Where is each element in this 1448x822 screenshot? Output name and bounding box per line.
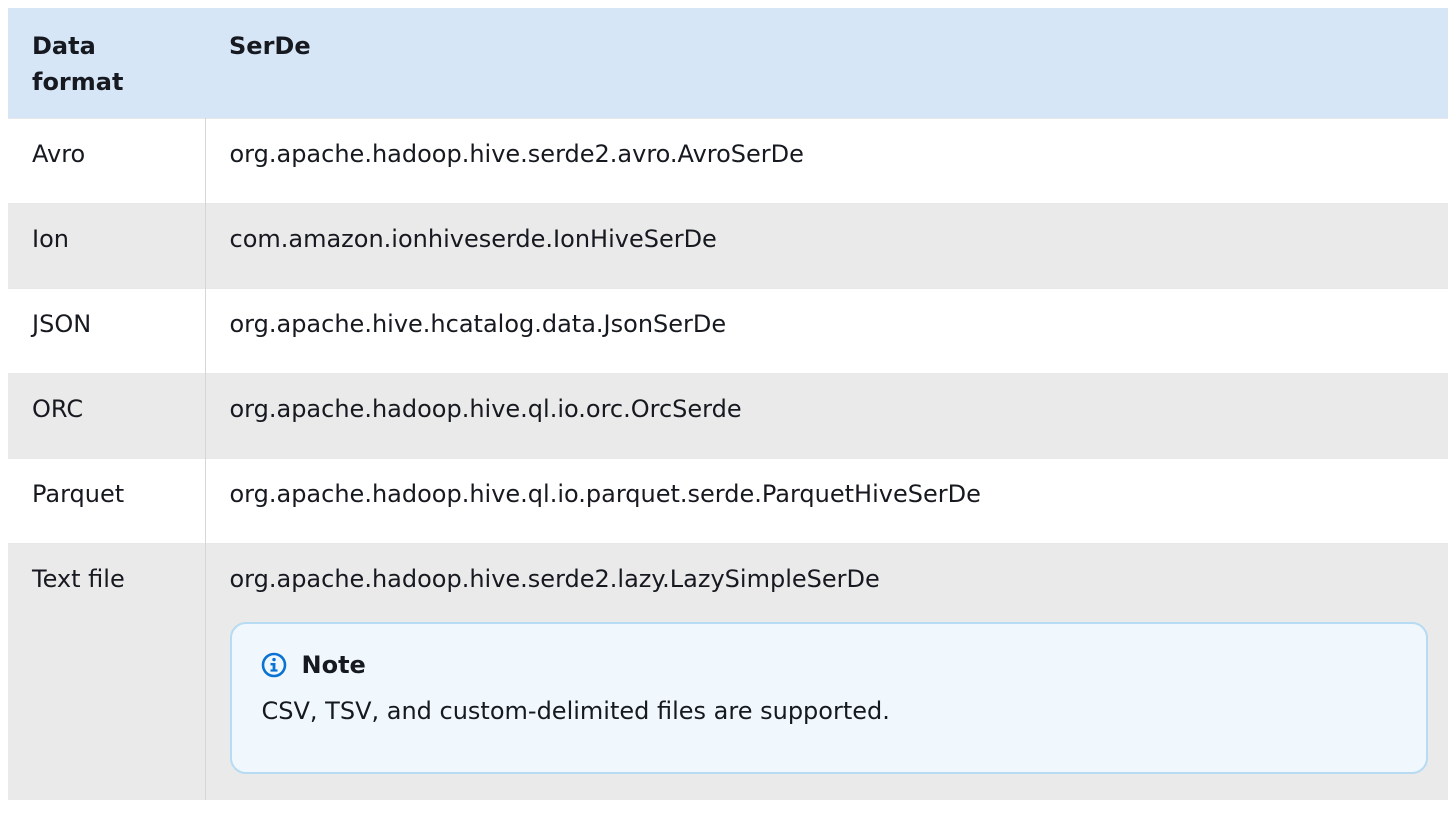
page: Data format SerDe Avro org.apache.hadoop… (8, 8, 1448, 822)
info-icon (260, 651, 288, 679)
serde-cell: com.amazon.ionhiveserde.IonHiveSerDe (205, 203, 1448, 289)
format-cell: JSON (8, 288, 206, 374)
serde-cell: org.apache.hive.hcatalog.data.JsonSerDe (205, 288, 1448, 374)
header-serde: SerDe (205, 8, 1448, 119)
format-cell: ORC (8, 373, 206, 459)
header-data-format: Data format (8, 8, 205, 119)
table-row: Parquet org.apache.hadoop.hive.ql.io.par… (8, 458, 1448, 544)
serde-cell: org.apache.hadoop.hive.serde2.avro.AvroS… (205, 118, 1448, 204)
note-header: Note (260, 650, 1398, 680)
format-cell: Ion (8, 203, 206, 289)
serde-cell: org.apache.hadoop.hive.ql.io.orc.OrcSerd… (205, 373, 1448, 459)
serde-table: Data format SerDe Avro org.apache.hadoop… (8, 8, 1448, 800)
table-row: Ion com.amazon.ionhiveserde.IonHiveSerDe (8, 203, 1448, 289)
note-callout: Note CSV, TSV, and custom-delimited file… (229, 622, 1428, 774)
note-text: CSV, TSV, and custom-delimited files are… (261, 697, 890, 725)
serde-value: org.apache.hadoop.hive.serde2.lazy.LazyS… (229, 565, 880, 593)
table-row: JSON org.apache.hive.hcatalog.data.JsonS… (8, 288, 1448, 374)
table-row: ORC org.apache.hadoop.hive.ql.io.orc.Orc… (8, 373, 1448, 459)
serde-cell: org.apache.hadoop.hive.ql.io.parquet.ser… (205, 458, 1448, 544)
table-row: Text file org.apache.hadoop.hive.serde2.… (8, 543, 1448, 800)
format-cell: Avro (8, 118, 206, 204)
serde-cell-with-note: org.apache.hadoop.hive.serde2.lazy.LazyS… (205, 543, 1448, 800)
note-title: Note (301, 651, 366, 679)
table-row: Avro org.apache.hadoop.hive.serde2.avro.… (8, 118, 1448, 204)
format-cell: Text file (8, 543, 206, 800)
format-cell: Parquet (8, 458, 206, 544)
table-header-row: Data format SerDe (8, 8, 1448, 119)
